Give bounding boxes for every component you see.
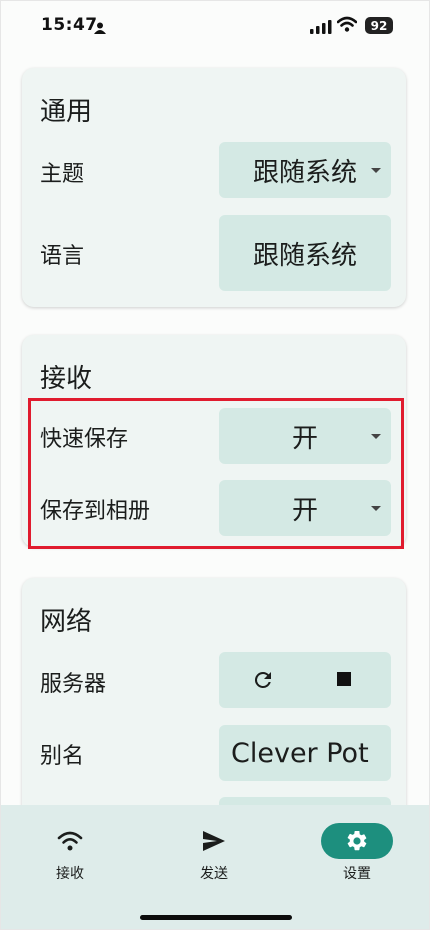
alias-value: Clever Pot [231,737,369,769]
wifi-status-icon [336,16,358,36]
network-card: 网络 服务器 别名 Clever Pot [22,578,406,805]
port-field[interactable] [219,797,391,805]
receive-title: 接收 [40,364,93,394]
language-label: 语言 [40,244,85,269]
battery-indicator: 92 [365,17,393,34]
nav-label-settings: 设置 [343,866,371,882]
home-indicator[interactable] [140,915,292,920]
person-icon [94,19,106,38]
network-title: 网络 [40,607,93,637]
theme-label: 主题 [40,162,85,187]
bottom-navigation: 接收 发送 设置 [1,805,429,929]
nav-item-receive[interactable]: 接收 [10,823,130,883]
server-label: 服务器 [40,672,107,697]
app-screen: 15:47 92 通用 主题 跟随系统 语言 跟随系统 接收 快速保存 开 保存… [1,1,429,929]
chevron-down-icon [371,168,381,173]
nav-item-send[interactable]: 发送 [154,823,274,883]
alias-label: 别名 [40,744,85,769]
language-value: 跟随系统 [252,240,357,271]
wifi-icon [34,823,106,859]
theme-dropdown[interactable]: 跟随系统 [219,142,391,198]
gear-icon [321,823,393,859]
nav-label-receive: 接收 [56,866,84,882]
stop-icon[interactable] [337,672,351,686]
status-time: 15:47 [41,15,98,35]
send-icon [178,823,250,859]
signal-icon [310,19,332,38]
theme-value: 跟随系统 [252,157,357,188]
alias-input[interactable]: Clever Pot [219,725,391,781]
general-title: 通用 [40,97,93,127]
refresh-icon[interactable] [251,668,275,696]
general-card: 通用 主题 跟随系统 语言 跟随系统 [22,68,406,307]
highlight-box [28,398,404,549]
status-bar: 15:47 92 [1,1,429,53]
nav-item-settings[interactable]: 设置 [297,823,417,883]
nav-label-send: 发送 [200,866,228,882]
server-controls [219,652,391,708]
language-button[interactable]: 跟随系统 [219,215,391,291]
